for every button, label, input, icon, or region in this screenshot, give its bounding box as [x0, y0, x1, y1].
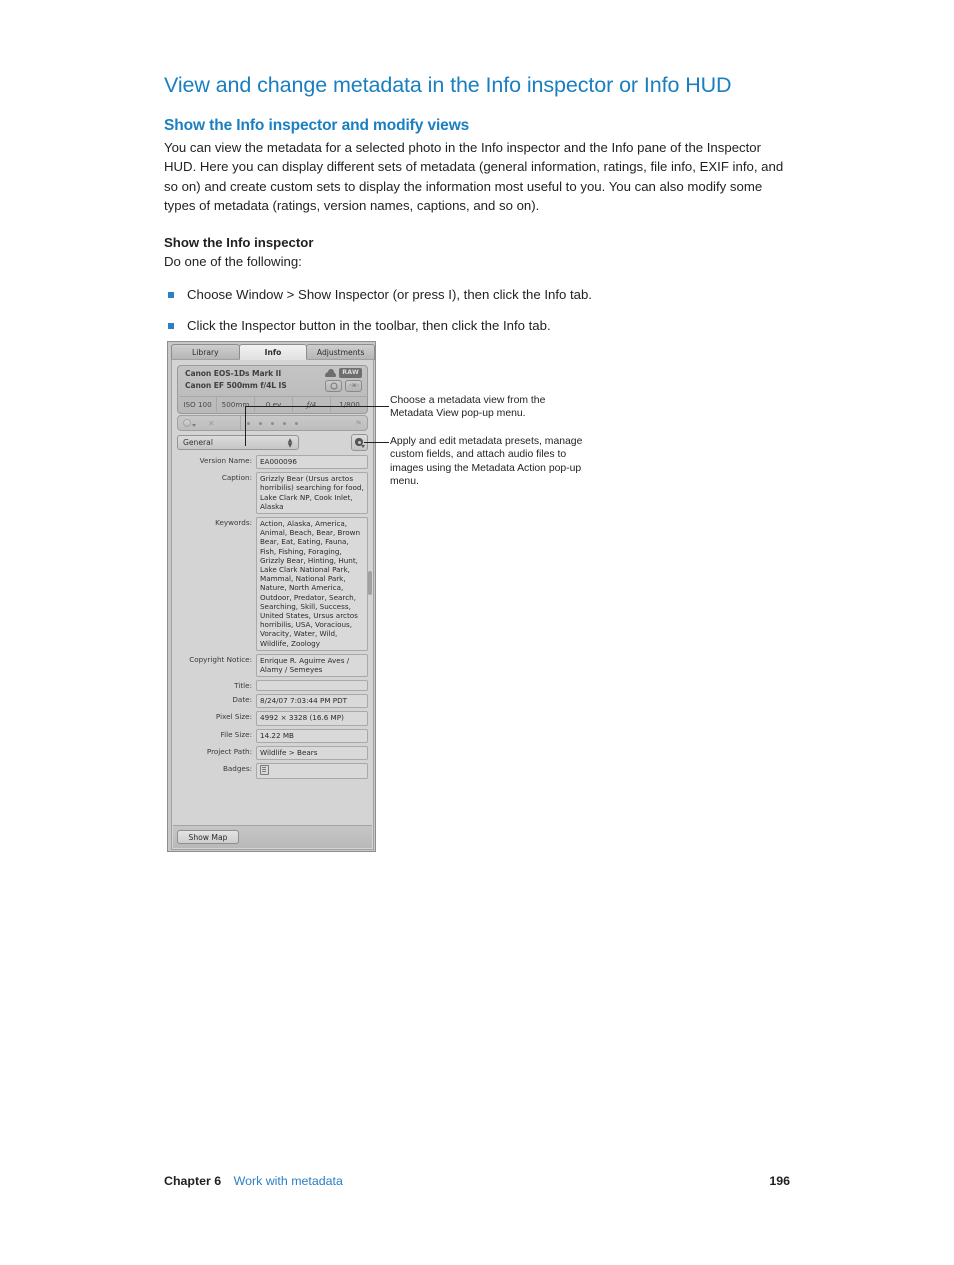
metadata-view-popup[interactable]: General ▲ ▼ [177, 435, 299, 450]
field-pixel-size: Pixel Size: 4992 × 3328 (16.6 MP) [177, 711, 368, 726]
field-label: Title: [234, 681, 252, 691]
tab-library[interactable]: Library [171, 344, 240, 360]
field-project-path: Project Path: Wildlife > Bears [177, 745, 368, 761]
subsection-title: Show the Info inspector [164, 234, 314, 250]
field-label: Badges: [222, 764, 252, 774]
chapter-label: Chapter 6 [164, 1174, 222, 1188]
chapter-title-link[interactable]: Work with metadata [234, 1174, 343, 1188]
field-keywords: Keywords: Action, Alaska, America, Anima… [177, 517, 368, 651]
camera-toggle-buttons: ◁◈▷ [325, 380, 362, 392]
audio-waveform-icon[interactable]: ◁◈▷ [345, 380, 362, 392]
info-panel: Canon EOS-1Ds Mark II Canon EF 500mm f/4… [171, 359, 374, 850]
badges-value [256, 763, 368, 780]
camera-lens-label: Canon EF 500mm f/4L IS [185, 381, 287, 390]
field-label: Pixel Size: [215, 712, 252, 722]
intro-paragraph: You can view the metadata for a selected… [164, 139, 784, 214]
document-content: View and change metadata in the Info ins… [164, 72, 786, 348]
leader-line-action-horizontal [364, 442, 389, 443]
subsection-lead: Do one of the following: [164, 253, 302, 269]
field-file-size: File Size: 14.22 MB [177, 728, 368, 743]
tab-info[interactable]: Info [238, 344, 308, 360]
exif-focal-length: 500mm [217, 397, 255, 412]
exif-aperture: ƒ/4 [293, 397, 331, 412]
field-title: Title: [177, 680, 368, 692]
flag-icon[interactable]: ⚑ [355, 419, 362, 428]
field-version-name: Version Name: EA000096 [177, 455, 368, 470]
copyright-notice-input[interactable]: Enrique R. Aguirre Aves / Alamy / Semeye… [256, 653, 368, 678]
keywords-input[interactable]: Action, Alaska, America, Animal, Beach, … [256, 517, 368, 651]
list-item: Click the Inspector button in the toolba… [164, 316, 786, 335]
section-title: Show the Info inspector and modify views [164, 116, 470, 134]
popup-arrows-icon: ▲ ▼ [287, 437, 293, 449]
title-input[interactable] [256, 680, 368, 692]
field-label: Keywords: [215, 518, 252, 528]
exif-exposure-comp: 0 ev [255, 397, 293, 412]
camera-body-label: Canon EOS-1Ds Mark II [185, 369, 282, 378]
color-label-icon [183, 419, 191, 427]
focus-point-icon[interactable] [325, 380, 342, 392]
leader-line-view-horizontal [245, 406, 389, 407]
rating-and-badge-row: ✕ ⚑ [177, 415, 368, 431]
page-footer: Chapter 6 Work with metadata 196 [164, 1174, 790, 1188]
exif-summary-row: ISO 100 500mm 0 ev ƒ/4 1/800 [179, 396, 368, 412]
field-date: Date: 8/24/07 7:03:44 PM PDT [177, 694, 368, 709]
exif-shutter-speed: 1/800 [339, 400, 360, 409]
pixel-size-value: 4992 × 3328 (16.6 MP) [256, 711, 368, 726]
list-item: Choose Window > Show Inspector (or press… [164, 285, 786, 304]
inspector-tab-bar: Library Info Adjustments [171, 344, 376, 360]
document-page: View and change metadata in the Info ins… [0, 0, 954, 1265]
field-label: Project Path: [206, 746, 252, 756]
instruction-list: Choose Window > Show Inspector (or press… [164, 285, 786, 336]
raw-badge: RAW [339, 368, 362, 378]
page-title: View and change metadata in the Info ins… [164, 73, 732, 97]
metadata-view-popup-label: General [183, 438, 213, 447]
field-label: Version Name: [199, 456, 252, 465]
badge-icon [260, 765, 269, 776]
project-path-value: Wildlife > Bears [256, 745, 368, 761]
tab-adjustments[interactable]: Adjustments [306, 344, 376, 360]
camera-badges: RAW [325, 368, 362, 378]
field-label: Caption: [221, 473, 252, 483]
chevron-down-icon [192, 423, 196, 427]
field-label: Date: [232, 695, 252, 705]
star-dot[interactable] [283, 421, 286, 425]
show-map-button[interactable]: Show Map [177, 830, 239, 844]
star-dot[interactable] [295, 421, 298, 425]
star-rating-control[interactable]: ⚑ [240, 416, 367, 430]
leader-line-view-vertical [245, 406, 246, 446]
field-copyright-notice: Copyright Notice: Enrique R. Aguirre Ave… [177, 653, 368, 678]
field-label: File Size: [220, 729, 253, 739]
caption-input[interactable]: Grizzly Bear (Ursus arctos horribilis) s… [256, 472, 368, 515]
callout-metadata-action: Apply and edit metadata presets, manage … [390, 436, 583, 488]
vertical-scrollbar[interactable] [368, 456, 372, 786]
chevron-down-icon [361, 445, 365, 448]
cloud-icon [325, 369, 337, 377]
info-inspector-screenshot: Library Info Adjustments Canon EOS-1Ds M… [167, 341, 376, 852]
field-badges: Badges: [177, 763, 368, 780]
page-number: 196 [769, 1174, 790, 1188]
field-label: Copyright Notice: [189, 654, 252, 664]
reject-x-icon[interactable]: ✕ [208, 419, 215, 428]
exif-iso: ISO 100 [179, 397, 217, 412]
date-value: 8/24/07 7:03:44 PM PDT [256, 694, 368, 709]
version-name-input[interactable]: EA000096 [256, 455, 368, 470]
metadata-field-list: Version Name: EA000096 Caption: Grizzly … [177, 455, 368, 823]
color-label-popup[interactable]: ✕ [178, 416, 240, 430]
callout-metadata-view: Choose a metadata view from the Metadata… [390, 395, 546, 420]
scrollbar-thumb[interactable] [368, 571, 372, 595]
star-dot[interactable] [271, 421, 274, 425]
star-dot[interactable] [247, 421, 250, 425]
field-caption: Caption: Grizzly Bear (Ursus arctos horr… [177, 472, 368, 515]
file-size-value: 14.22 MB [256, 728, 368, 743]
metadata-view-row: General ▲ ▼ [177, 434, 368, 451]
map-toolbar: Show Map [173, 825, 372, 848]
star-dot[interactable] [259, 421, 262, 425]
